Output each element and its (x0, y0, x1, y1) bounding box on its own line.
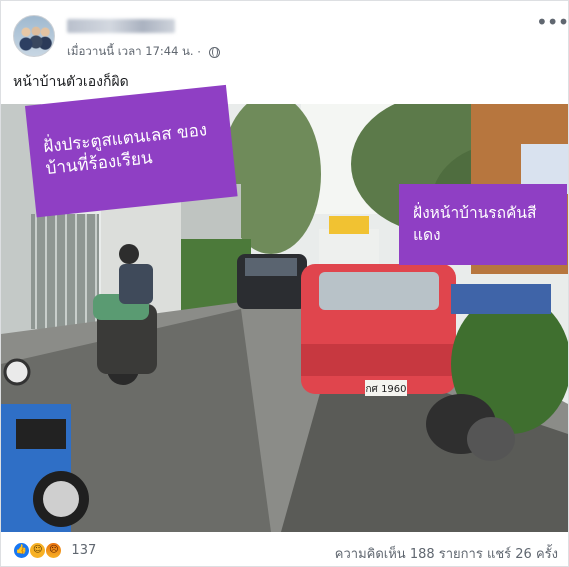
reactions-count[interactable]: 137 (71, 543, 96, 558)
left-annotation-label: ฝั่งประตูสแตนเลส ของบ้านที่ร้องเรียน (25, 84, 238, 218)
post-card: เมื่อวานนี้ เวลา 17:44 น. · ••• หน้าบ้าน… (0, 0, 569, 567)
shares-count[interactable]: แชร์ 26 ครั้ง (487, 547, 558, 562)
more-options-icon[interactable]: ••• (536, 12, 569, 33)
post-timestamp[interactable]: เมื่อวานนี้ เวลา 17:44 น. (67, 44, 194, 58)
post-header: เมื่อวานนี้ เวลา 17:44 น. · ••• (13, 12, 569, 61)
haha-icon: ☺ (29, 542, 47, 559)
post-text: หน้าบ้านตัวเองก็ผิด (13, 74, 129, 90)
license-plate-text: กศ 1960 (365, 384, 406, 395)
right-annotation-label: ฝั่งหน้าบ้านรถคันสีแดง (399, 184, 567, 265)
post-meta: เมื่อวานนี้ เวลา 17:44 น. · (67, 43, 220, 61)
meta-separator: · (197, 45, 201, 59)
angry-icon: ☹ (45, 542, 63, 559)
globe-icon[interactable] (208, 46, 220, 58)
engagement-stats: ความคิดเห็น 188 รายการ แชร์ 26 ครั้ง (335, 543, 558, 564)
post-footer: 👍 ☺ ☹ 137 ความคิดเห็น 188 รายการ แชร์ 26… (13, 540, 558, 564)
profile-avatar[interactable] (13, 15, 55, 57)
reactions-summary[interactable]: 👍 ☺ ☹ 137 (13, 542, 96, 560)
like-icon: 👍 (13, 542, 30, 559)
author-name-redacted[interactable] (67, 19, 175, 33)
comments-count[interactable]: ความคิดเห็น 188 รายการ (335, 547, 483, 562)
